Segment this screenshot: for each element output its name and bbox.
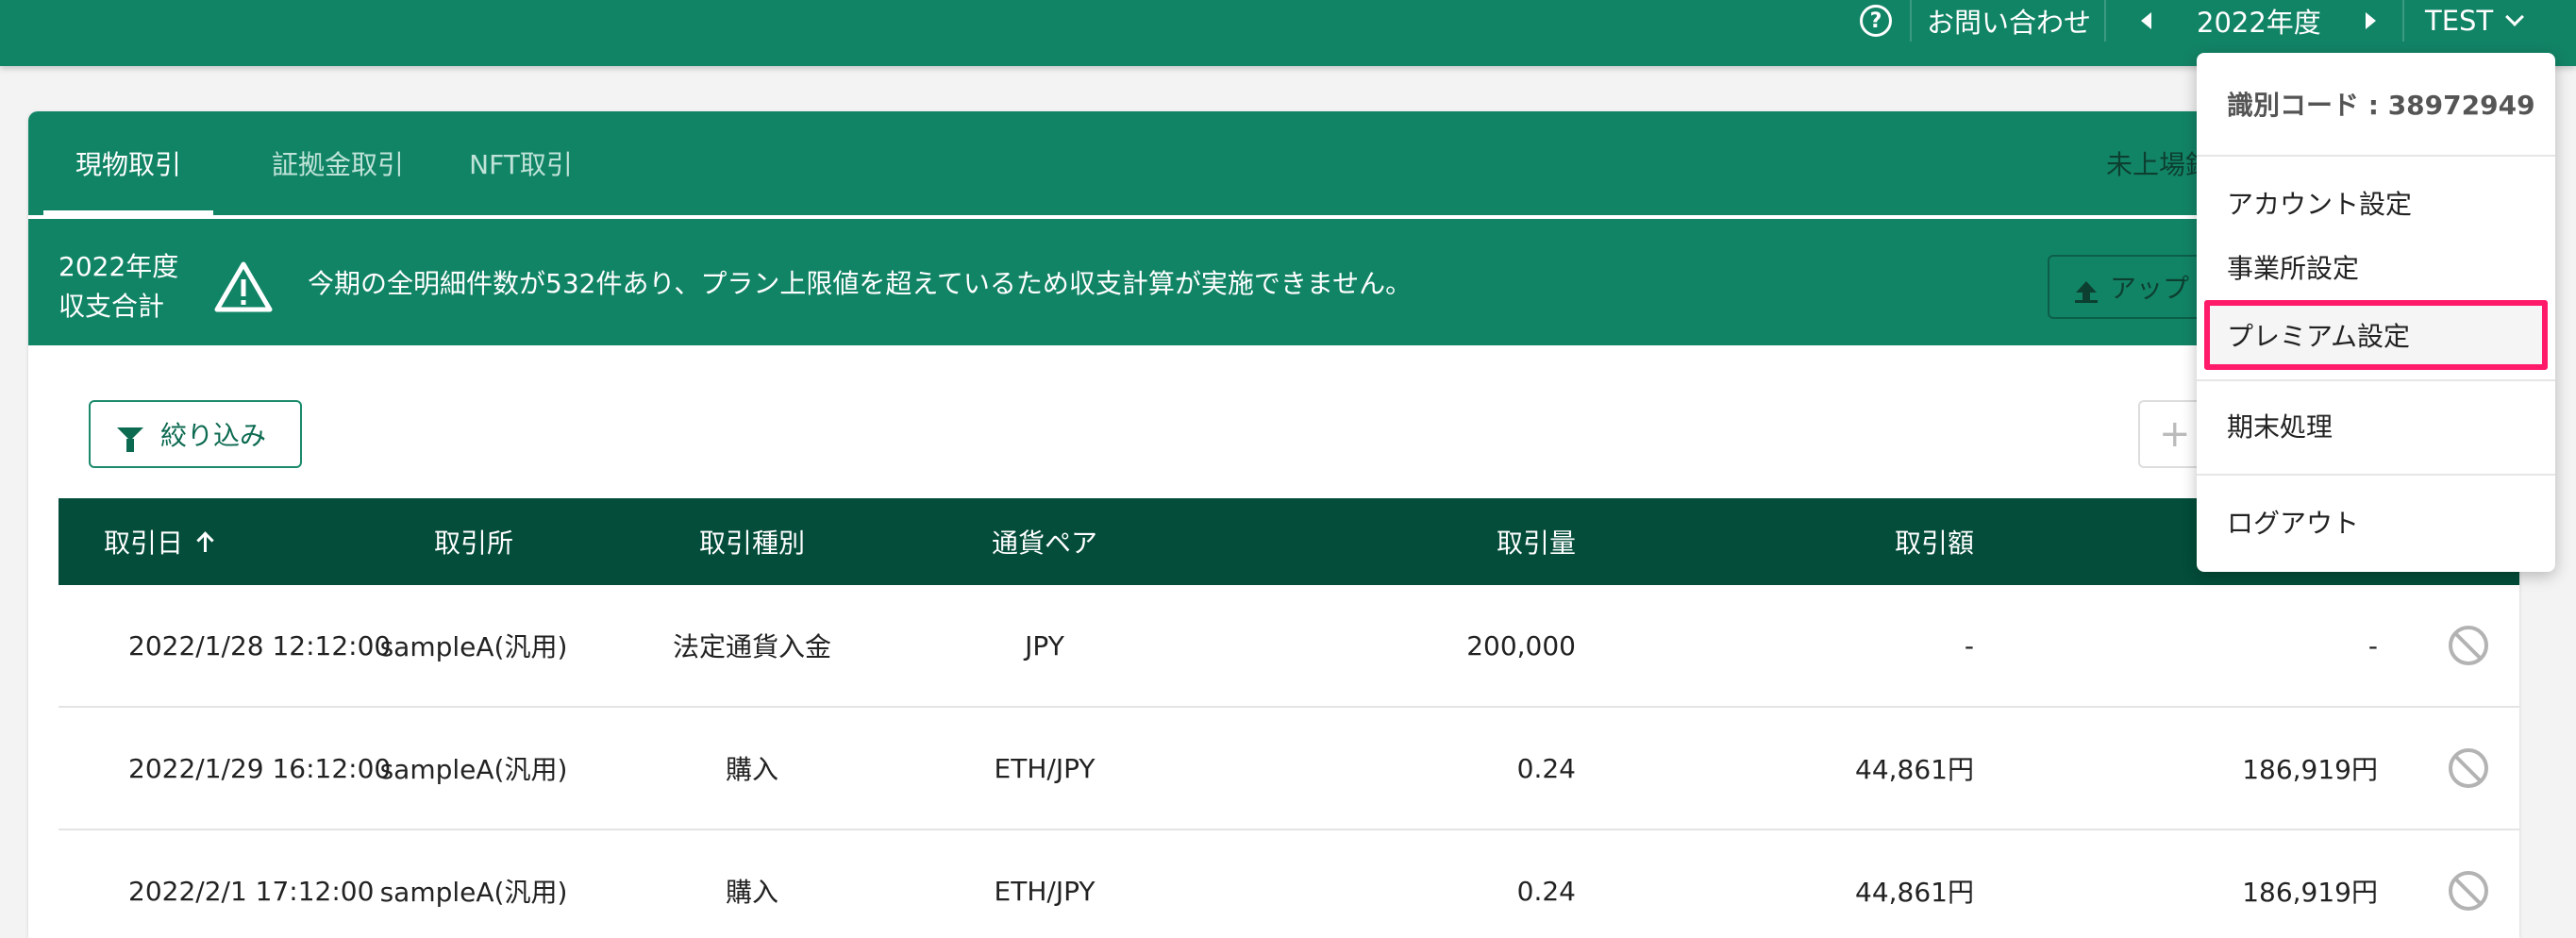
cell-volume: 0.24: [1516, 752, 1576, 784]
user-dropdown-menu: 識別コード : 38972949 アカウント設定 事業所設定 プレミアム設定 期…: [2197, 53, 2555, 572]
exclude-button[interactable]: [2446, 708, 2491, 829]
tab-spot-trading[interactable]: 現物取引: [43, 111, 213, 215]
menu-item-premium-settings[interactable]: プレミアム設定: [2227, 304, 2410, 366]
filter-button[interactable]: 絞り込み: [89, 400, 302, 468]
exclude-button[interactable]: [2446, 585, 2491, 706]
column-header-type: 取引種別: [698, 528, 805, 559]
chevron-down-icon: [2505, 8, 2525, 26]
cell-total: 186,919円: [2242, 877, 2378, 908]
cell-exchange: sampleA(汎用): [379, 754, 568, 785]
cell-exchange: sampleA(汎用): [379, 877, 568, 908]
column-header-date[interactable]: 取引日: [104, 498, 213, 585]
cell-amount: 44,861円: [1855, 877, 1974, 908]
next-year-button[interactable]: [2359, 0, 2382, 42]
top-bar: ? お問い合わせ 2022年度 TEST: [0, 0, 2576, 66]
cell-pair: JPY: [1025, 629, 1064, 662]
column-header-pair: 通貨ペア: [991, 528, 1097, 559]
cell-exchange: sampleA(汎用): [379, 631, 568, 662]
upload-icon: [2076, 281, 2097, 300]
ban-icon: [2449, 626, 2488, 665]
cell-amount: -: [1964, 629, 1974, 662]
ban-icon: [2449, 871, 2488, 911]
menu-divider: [2197, 155, 2555, 157]
column-header-amount: 取引額: [1894, 528, 1974, 559]
user-menu-button[interactable]: TEST: [2425, 0, 2525, 42]
contact-link[interactable]: お問い合わせ: [1927, 0, 2091, 42]
summary-alert: 2022年度 収支合計 今期の全明細件数が532件あり、プラン上限値を超えている…: [28, 219, 2519, 345]
menu-item-office-settings[interactable]: 事業所設定: [2227, 236, 2359, 298]
divider: [2104, 0, 2106, 42]
exclude-button[interactable]: [2446, 830, 2491, 938]
cell-pair: ETH/JPY: [994, 875, 1096, 907]
tab-margin-trading[interactable]: 証拠金取引: [238, 111, 438, 215]
menu-item-account-settings[interactable]: アカウント設定: [2227, 172, 2412, 234]
transactions-card: 現物取引 証拠金取引 NFT取引 未上場銘 2022年度 収支合計 今期の全明細…: [28, 111, 2519, 938]
prev-year-button[interactable]: [2134, 0, 2157, 42]
warning-icon: [214, 261, 273, 312]
alert-message: 今期の全明細件数が532件あり、プラン上限値を超えているため収支計算が実施できま…: [308, 268, 1413, 299]
column-header-volume: 取引量: [1496, 528, 1576, 559]
cell-pair: ETH/JPY: [994, 752, 1096, 784]
divider: [2402, 0, 2404, 42]
cell-date: 2022/2/1 17:12:00: [128, 875, 375, 907]
caret-right-icon: [2365, 12, 2376, 29]
table-row[interactable]: 2022/1/28 12:12:00 sampleA(汎用) 法定通貨入金 JP…: [59, 585, 2519, 708]
caret-left-icon: [2140, 12, 2151, 29]
tab-bar: 現物取引 証拠金取引 NFT取引 未上場銘: [28, 111, 2519, 215]
cell-total: 186,919円: [2242, 754, 2378, 785]
cell-type: 購入: [725, 877, 778, 908]
sort-ascending-icon: [196, 531, 213, 552]
user-name: TEST: [2425, 5, 2494, 37]
ban-icon: [2449, 748, 2488, 788]
cell-amount: 44,861円: [1855, 754, 1974, 785]
cell-type: 購入: [725, 754, 778, 785]
menu-item-logout[interactable]: ログアウト: [2227, 491, 2359, 553]
menu-item-period-end[interactable]: 期末処理: [2227, 394, 2333, 457]
column-header-exchange: 取引所: [433, 528, 513, 559]
menu-divider: [2197, 474, 2555, 476]
divider: [1910, 0, 1912, 42]
table-header: 取引日 取引所 取引種別 通貨ペア 取引量 取引額: [59, 498, 2519, 585]
menu-divider: [2197, 379, 2555, 381]
cell-volume: 200,000: [1466, 629, 1576, 662]
cell-volume: 0.24: [1516, 875, 1576, 907]
help-icon[interactable]: ?: [1859, 0, 1893, 42]
fiscal-year-label[interactable]: 2022年度: [2197, 0, 2321, 42]
summary-year-label: 2022年度 収支合計: [59, 251, 179, 322]
cell-type: 法定通貨入金: [672, 631, 831, 662]
table-row[interactable]: 2022/2/1 17:12:00 sampleA(汎用) 購入 ETH/JPY…: [59, 830, 2519, 938]
filter-icon: [117, 427, 143, 452]
tab-nft-trading[interactable]: NFT取引: [445, 111, 596, 215]
identification-code: 識別コード : 38972949: [2227, 90, 2535, 121]
table-row[interactable]: 2022/1/29 16:12:00 sampleA(汎用) 購入 ETH/JP…: [59, 708, 2519, 830]
cell-total: -: [2367, 629, 2378, 662]
